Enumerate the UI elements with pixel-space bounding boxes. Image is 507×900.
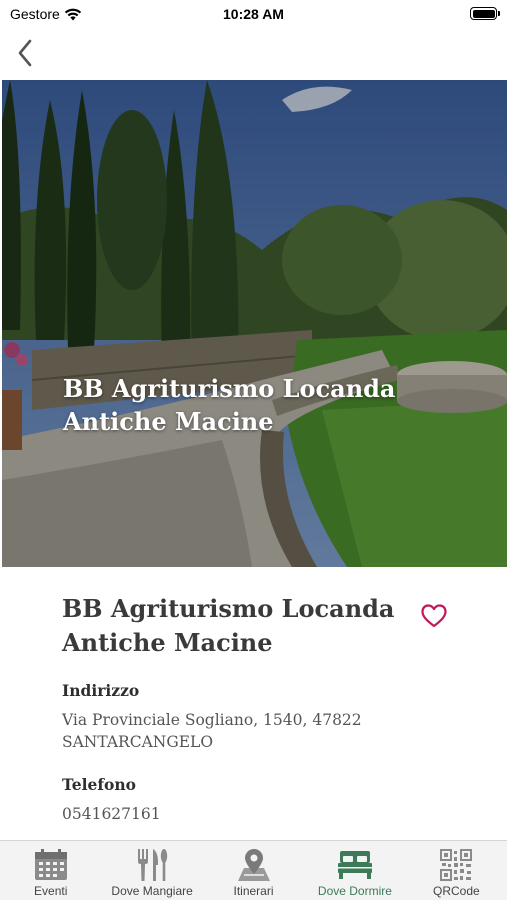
tab-eventi[interactable]: Eventi <box>0 841 101 900</box>
calendar-icon <box>34 849 67 880</box>
tab-label: Eventi <box>34 884 68 898</box>
map-pin-icon <box>237 849 270 881</box>
address-line-1: Via Provinciale Sogliano, 1540, 47822 <box>62 711 362 729</box>
favorite-button[interactable] <box>420 603 448 629</box>
status-bar: Gestore 10:28 AM <box>0 0 507 30</box>
qrcode-icon <box>440 849 473 881</box>
tab-qrcode[interactable]: QRCode <box>406 841 507 900</box>
fork-knife-icon <box>138 849 168 881</box>
bed-icon <box>337 851 372 879</box>
tab-label: Itinerari <box>233 884 274 898</box>
phone-label: Telefono <box>62 775 136 794</box>
phone-value[interactable]: 0541627161 <box>62 803 422 825</box>
tab-label: Dove Mangiare <box>111 884 193 898</box>
detail-content: BB Agriturismo Locanda Antiche Macine In… <box>0 567 507 840</box>
chevron-left-icon <box>18 39 32 67</box>
tab-label: Dove Dormire <box>317 884 392 898</box>
hero-image-carousel[interactable]: BB Agriturismo Locanda Antiche Macine <box>2 80 507 567</box>
address-line-2: SANTARCANGELO <box>62 733 214 751</box>
accommodation-title: BB Agriturismo Locanda Antiche Macine <box>62 594 395 657</box>
tab-label: QRCode <box>432 884 480 898</box>
navigation-bar <box>0 30 507 78</box>
tab-dove-dormire[interactable]: Dove Dormire <box>304 841 405 900</box>
hero-title: BB Agriturismo Locanda Antiche Macine <box>63 374 396 436</box>
battery-icon <box>470 7 500 20</box>
tab-dove-mangiare[interactable]: Dove Mangiare <box>101 841 202 900</box>
tab-bar: Eventi Dove Mangiare Itinerari Dove Dorm… <box>0 840 507 900</box>
address-label: Indirizzo <box>62 681 140 700</box>
hero-photo <box>2 80 507 567</box>
heart-icon <box>421 604 447 628</box>
back-button[interactable] <box>10 36 40 70</box>
tab-itinerari[interactable]: Itinerari <box>203 841 304 900</box>
status-time: 10:28 AM <box>223 6 284 22</box>
